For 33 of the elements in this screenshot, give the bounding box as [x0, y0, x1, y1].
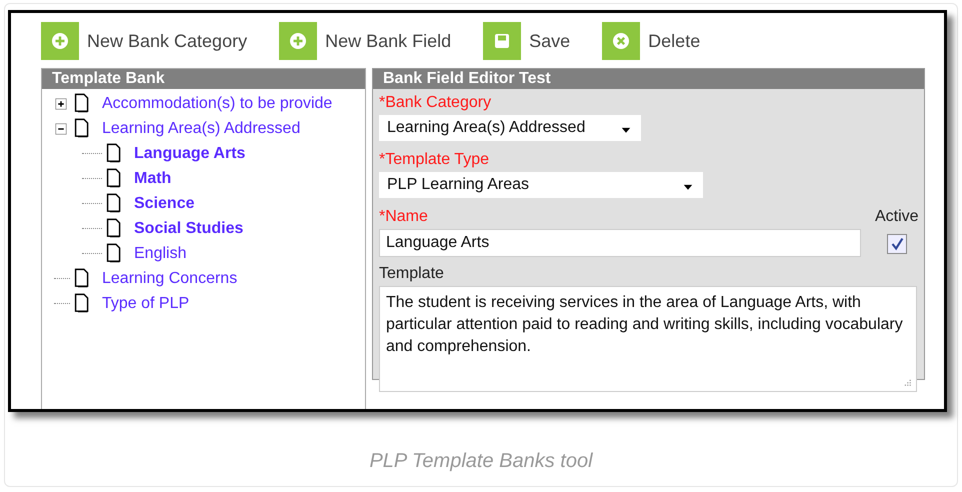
- tree-item[interactable]: Learning Concerns: [102, 270, 238, 288]
- tree-item[interactable]: Science: [134, 194, 194, 212]
- toolbar-icon-button[interactable]: [41, 22, 79, 60]
- toolbar-label[interactable]: Save: [529, 30, 570, 52]
- panel-title: Template Bank: [42, 69, 365, 89]
- toolbar-icon-button[interactable]: [279, 22, 318, 60]
- field-label: *Bank Category: [379, 93, 492, 112]
- tree-item[interactable]: Accommodation(s) to be provide: [102, 94, 332, 112]
- dropdown[interactable]: Learning Area(s) Addressed: [379, 115, 641, 141]
- plus-icon: [50, 31, 70, 51]
- tree-item[interactable]: Type of PLP: [102, 294, 190, 312]
- tree-item[interactable]: Social Studies: [134, 220, 244, 238]
- tree-item[interactable]: Math: [134, 170, 172, 188]
- tree-item[interactable]: Learning Area(s) Addressed: [102, 120, 300, 138]
- field-label: *Template Type: [379, 150, 490, 169]
- field-label: Active: [875, 207, 919, 226]
- tree-item[interactable]: Language Arts: [134, 144, 246, 162]
- tree-item[interactable]: English: [134, 244, 186, 262]
- panel-title: Bank Field Editor Test: [373, 69, 924, 89]
- field-label: *Name: [379, 207, 429, 226]
- toolbar-icon-button[interactable]: [483, 22, 522, 60]
- toolbar-label[interactable]: New Bank Category: [87, 30, 248, 52]
- dropdown[interactable]: PLP Learning Areas: [379, 172, 703, 198]
- toolbar-label[interactable]: Delete: [648, 30, 700, 52]
- active-checkbox[interactable]: [886, 234, 907, 254]
- toolbar-icon-button[interactable]: [602, 22, 640, 60]
- name-input[interactable]: Language Arts: [379, 229, 861, 257]
- template-textarea[interactable]: The student is receiving services in the area of Language Arts, with particular attention paid to reading and writing skills, including vocabulary and comprehension.: [379, 286, 917, 392]
- plus-icon: [288, 31, 308, 51]
- field-label: Template: [379, 264, 445, 283]
- figure-caption: PLP Template Banks tool: [368, 450, 594, 473]
- close-icon: [611, 31, 632, 51]
- toolbar-label[interactable]: New Bank Field: [325, 30, 452, 52]
